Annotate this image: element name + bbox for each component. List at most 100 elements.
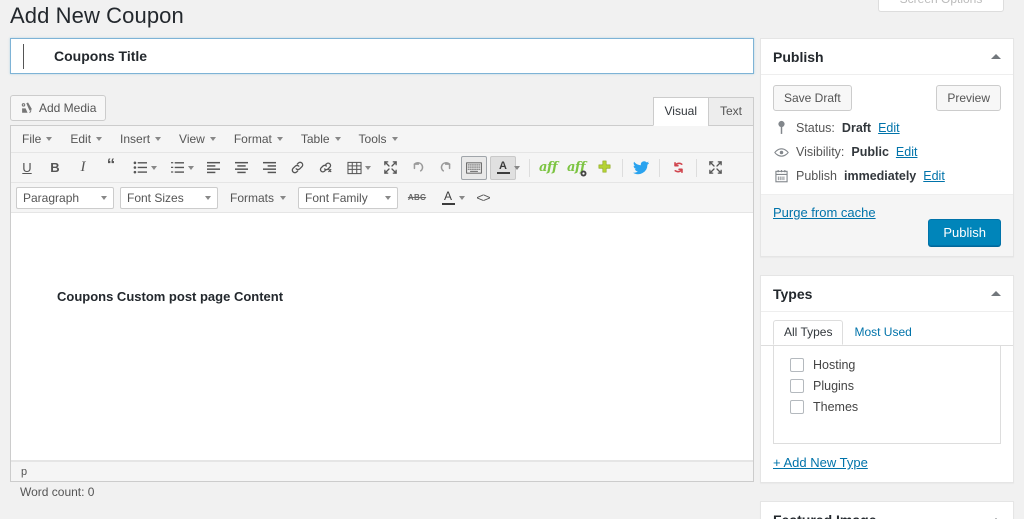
distraction-free-icon[interactable] bbox=[702, 156, 728, 180]
eye-icon bbox=[773, 147, 789, 158]
status-edit-link[interactable]: Edit bbox=[878, 121, 900, 135]
add-new-type-link[interactable]: + Add New Type bbox=[773, 455, 868, 470]
editor-menubar: File Edit Insert View Format Table Tools bbox=[11, 126, 753, 153]
publish-button[interactable]: Publish bbox=[928, 219, 1001, 246]
formats-label: Formats bbox=[230, 190, 275, 205]
types-panel-header: Types bbox=[761, 276, 1013, 312]
tab-all-types[interactable]: All Types bbox=[773, 320, 844, 345]
chevron-down-icon bbox=[46, 137, 53, 141]
publish-panel-header: Publish bbox=[761, 39, 1013, 75]
menu-file[interactable]: File bbox=[13, 129, 61, 149]
numbered-list-icon[interactable] bbox=[164, 156, 190, 180]
chevron-down-icon bbox=[334, 137, 341, 141]
featured-image-panel-title: Featured Image bbox=[773, 512, 876, 519]
affiliate-link-settings-icon[interactable]: aff bbox=[563, 156, 589, 180]
twitter-icon[interactable] bbox=[628, 156, 654, 180]
background-color-icon[interactable]: A bbox=[435, 186, 461, 210]
source-code-icon[interactable]: <> bbox=[471, 186, 495, 210]
menu-edit[interactable]: Edit bbox=[61, 129, 111, 149]
tab-text[interactable]: Text bbox=[707, 97, 754, 126]
chevron-down-icon[interactable] bbox=[365, 165, 371, 170]
menu-table-label: Table bbox=[300, 132, 330, 146]
fullscreen-icon[interactable] bbox=[377, 156, 403, 180]
types-tabs: All Types Most Used bbox=[761, 312, 1013, 346]
publish-date-edit-link[interactable]: Edit bbox=[923, 169, 945, 183]
redo-icon[interactable] bbox=[433, 156, 459, 180]
underline-icon[interactable]: U bbox=[14, 156, 40, 180]
types-checklist: Hosting Plugins Themes bbox=[773, 345, 1001, 444]
pin-icon bbox=[773, 120, 789, 135]
list-item[interactable]: Themes bbox=[784, 397, 990, 418]
toolbar-separator bbox=[529, 158, 530, 177]
screen-options-tab[interactable]: Screen Options bbox=[878, 0, 1004, 12]
add-item-icon[interactable] bbox=[591, 156, 617, 180]
strikethrough-icon[interactable]: ABC bbox=[402, 186, 432, 210]
visibility-label: Visibility: bbox=[796, 145, 845, 159]
tinymce-editor: File Edit Insert View Format Table Tools… bbox=[10, 125, 754, 482]
align-right-icon[interactable] bbox=[256, 156, 282, 180]
chevron-down-icon bbox=[209, 137, 216, 141]
collapse-toggle-icon[interactable] bbox=[991, 291, 1001, 296]
visibility-edit-link[interactable]: Edit bbox=[896, 145, 918, 159]
chevron-down-icon[interactable] bbox=[188, 165, 194, 170]
list-item[interactable]: Plugins bbox=[784, 376, 990, 397]
save-draft-button[interactable]: Save Draft bbox=[773, 85, 852, 111]
list-item[interactable]: Hosting bbox=[784, 355, 990, 376]
list-item-label: Themes bbox=[813, 400, 859, 414]
menu-format[interactable]: Format bbox=[225, 129, 292, 149]
blockquote-icon[interactable]: “ bbox=[98, 156, 124, 180]
tab-visual[interactable]: Visual bbox=[652, 97, 709, 126]
undo-icon[interactable] bbox=[405, 156, 431, 180]
checkbox-hosting[interactable] bbox=[790, 358, 804, 372]
formats-menu[interactable]: Formats bbox=[224, 187, 292, 209]
text-color-icon[interactable]: A bbox=[490, 155, 516, 180]
font-family-select[interactable]: Font Family bbox=[298, 186, 399, 209]
paragraph-format-select[interactable]: Paragraph bbox=[16, 186, 114, 209]
tab-most-used[interactable]: Most Used bbox=[843, 320, 922, 345]
bullet-list-split bbox=[126, 156, 161, 180]
title-field-wrapper[interactable] bbox=[10, 38, 754, 74]
calendar-icon bbox=[773, 169, 789, 183]
revert-icon[interactable] bbox=[665, 156, 691, 180]
checkbox-themes[interactable] bbox=[790, 400, 804, 414]
affiliate-link-label: aff bbox=[538, 160, 558, 175]
unlink-icon[interactable] bbox=[312, 156, 338, 180]
menu-tools[interactable]: Tools bbox=[350, 129, 407, 149]
editor-content-area[interactable]: Coupons Custom post page Content bbox=[11, 213, 753, 461]
status-label: Status: bbox=[796, 120, 835, 135]
types-panel: Types All Types Most Used Hosting Plugin… bbox=[760, 275, 1014, 483]
italic-icon[interactable]: I bbox=[70, 156, 96, 180]
table-split bbox=[340, 156, 375, 180]
publish-panel: Publish Save Draft Preview Status: Draft… bbox=[760, 38, 1014, 257]
chevron-down-icon[interactable] bbox=[151, 165, 157, 170]
checkbox-plugins[interactable] bbox=[790, 379, 804, 393]
table-icon[interactable] bbox=[341, 156, 367, 180]
collapse-toggle-icon[interactable] bbox=[991, 54, 1001, 59]
add-media-button[interactable]: Add Media bbox=[10, 95, 107, 121]
chevron-down-icon bbox=[391, 137, 398, 141]
chevron-down-icon[interactable] bbox=[459, 195, 466, 200]
purge-cache-link[interactable]: Purge from cache bbox=[773, 205, 876, 220]
font-sizes-select[interactable]: Font Sizes bbox=[120, 186, 218, 209]
toolbar-toggle-icon[interactable] bbox=[461, 155, 487, 180]
font-family-value: Font Family bbox=[305, 190, 368, 205]
link-icon[interactable] bbox=[284, 156, 310, 180]
post-title-input[interactable] bbox=[11, 39, 753, 73]
menu-insert[interactable]: Insert bbox=[111, 129, 170, 149]
bullet-list-icon[interactable] bbox=[127, 156, 153, 180]
align-center-icon[interactable] bbox=[228, 156, 254, 180]
menu-format-label: Format bbox=[233, 132, 272, 146]
toolbar-separator bbox=[622, 158, 623, 177]
menu-edit-label: Edit bbox=[70, 132, 92, 146]
affiliate-link-icon[interactable]: aff bbox=[535, 156, 561, 180]
bold-icon[interactable]: B bbox=[42, 156, 68, 180]
menu-view[interactable]: View bbox=[170, 129, 225, 149]
list-item-label: Plugins bbox=[813, 379, 854, 393]
editor-toolbar-row-2: Paragraph Font Sizes Formats Font Family… bbox=[11, 183, 753, 213]
editor-toolbar-row-1: U B I “ A aff aff bbox=[11, 153, 753, 183]
publish-date-value: immediately bbox=[844, 169, 917, 183]
align-left-icon[interactable] bbox=[200, 156, 226, 180]
preview-button[interactable]: Preview bbox=[936, 85, 1001, 111]
menu-table[interactable]: Table bbox=[292, 129, 350, 149]
chevron-down-icon[interactable] bbox=[514, 165, 520, 170]
